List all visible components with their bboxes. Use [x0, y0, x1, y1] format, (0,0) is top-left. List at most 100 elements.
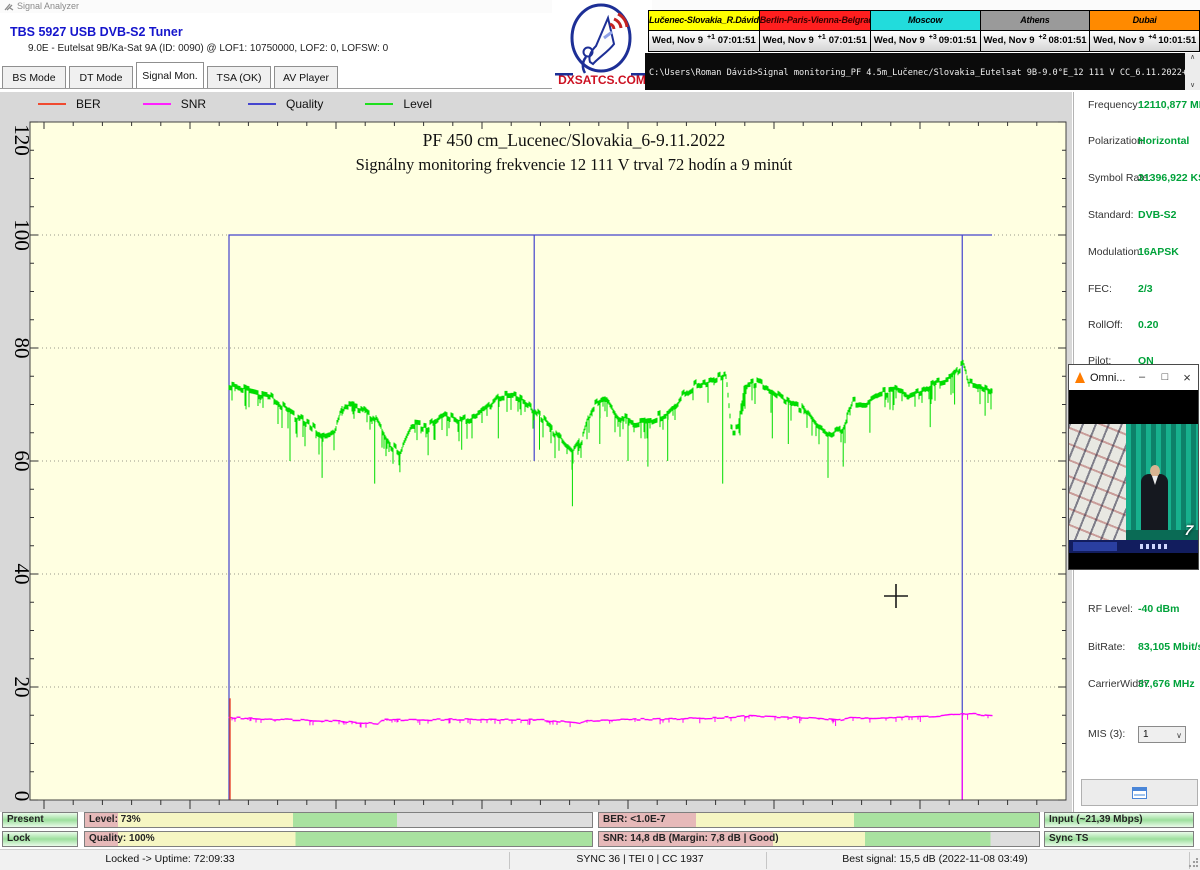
- scroll-up-icon[interactable]: ∧: [1190, 53, 1195, 62]
- status-best-signal: Best signal: 15,5 dB (2022-11-08 03:49): [842, 853, 1027, 865]
- news-ticker-banner: [1069, 540, 1198, 553]
- param-value-rf-level: -40 dBm: [1138, 603, 1179, 615]
- y-tick-label: 120: [10, 124, 34, 156]
- player-title: Omni...: [1090, 372, 1125, 384]
- newspaper-collage: [1069, 424, 1126, 542]
- clock-dubai: Dubai Wed, Nov 9 +410:01:51: [1089, 11, 1199, 51]
- status-sync-counters: SYNC 36 | TEI 0 | CC 1937: [576, 853, 703, 865]
- clock-time: Wed, Nov 9+208:01:51: [981, 31, 1090, 51]
- legend-line-swatch: [365, 103, 393, 105]
- video-frame[interactable]: 7: [1069, 390, 1198, 569]
- tuner-info: 9.0E - Eutelsat 9B/Ka-Sat 9A (ID: 0090) …: [28, 43, 388, 54]
- clock-date: Wed, Nov 9: [763, 35, 814, 46]
- gauge-level: Level: 73%: [84, 812, 593, 828]
- clock-utc-offset: +1: [818, 34, 826, 41]
- param-value-frequency: 12110,877 MHz: [1138, 99, 1200, 111]
- clock-utc-offset: +3: [929, 34, 937, 41]
- clock-utc-offset: +2: [1039, 34, 1047, 41]
- presenter-head: [1150, 465, 1160, 477]
- maximize-button[interactable]: □: [1155, 365, 1175, 390]
- close-button[interactable]: ×: [1177, 365, 1197, 390]
- clock-time: Wed, Nov 9+309:01:51: [871, 31, 980, 51]
- tuner-name: TBS 5927 USB DVB-S2 Tuner: [10, 25, 183, 39]
- chart-title: PF 450 cm_Lucenec/Slovakia_6-9.11.2022: [423, 130, 726, 150]
- legend-label: Quality: [286, 97, 323, 111]
- param-label-fec: FEC:: [1088, 283, 1112, 295]
- gauge-quality: Quality: 100%: [84, 831, 593, 847]
- tab-bs-mode[interactable]: BS Mode: [2, 66, 66, 89]
- clock-date: Wed, Nov 9: [1093, 35, 1144, 46]
- param-value-symbol-rate: 31396,922 KS/s: [1138, 172, 1200, 184]
- param-value-carrierwidth: 37,676 MHz: [1138, 678, 1195, 690]
- mis-selected-value: 1: [1143, 729, 1149, 740]
- param-label-rolloff: RollOff:: [1088, 319, 1123, 331]
- clock-city: Lučenec-Slovakia_R.Dávid: [649, 11, 759, 31]
- legend-item-level: Level: [365, 97, 432, 111]
- clock-date: Wed, Nov 9: [984, 35, 1035, 46]
- clock-lu-enec-slovakia-r-d-vid: Lučenec-Slovakia_R.DávidWed, Nov 9+107:0…: [649, 11, 759, 51]
- command-prompt: C:\Users\Roman Dávid>Signal monitoring_P…: [645, 53, 1185, 90]
- clock-city: Athens: [981, 11, 1090, 31]
- resize-grip[interactable]: [1188, 858, 1198, 868]
- clock-date: Wed, Nov 9: [874, 35, 925, 46]
- tab-tsa-ok[interactable]: TSA (OK): [207, 66, 271, 89]
- legend-item-ber: BER: [38, 97, 101, 111]
- clock-time: Wed, Nov 9 +410:01:51: [1090, 31, 1199, 51]
- y-tick-label: 60: [10, 451, 34, 472]
- window-title: Signal Analyzer: [17, 0, 79, 13]
- command-prompt-text: C:\Users\Roman Dávid>Signal monitoring_P…: [649, 68, 1185, 78]
- player-titlebar[interactable]: Omni... – □ ×: [1069, 365, 1198, 390]
- param-value-fec: 2/3: [1138, 283, 1153, 295]
- clock-athens: AthensWed, Nov 9+208:01:51: [980, 11, 1090, 51]
- clock-utc-offset: +4: [1148, 34, 1156, 41]
- legend-label: SNR: [181, 97, 206, 111]
- tab-signal-mon[interactable]: Signal Mon.: [136, 62, 204, 89]
- param-label-frequency: Frequency:: [1088, 99, 1141, 111]
- param-value-rolloff: 0.20: [1138, 319, 1158, 331]
- mis-dropdown[interactable]: 1 ∨: [1138, 726, 1186, 743]
- gauge-lock: Lock: [2, 831, 78, 847]
- clock-moscow: MoscowWed, Nov 9+309:01:51: [870, 11, 980, 51]
- param-label-modulation: Modulation:: [1088, 246, 1142, 258]
- tab-av-player[interactable]: AV Player: [274, 66, 338, 89]
- legend-line-swatch: [248, 103, 276, 105]
- y-tick-label: 100: [10, 219, 34, 251]
- clock-berlin-paris-vienna-belgrade: Berlin-Paris-Vienna-Belgrade Wed, Nov 9 +1…: [759, 11, 870, 51]
- clock-hms: 07:01:51: [718, 35, 756, 46]
- clock-time: Wed, Nov 9+107:01:51: [649, 31, 759, 51]
- statusbar-separator: [766, 852, 767, 869]
- y-tick-label: 0: [10, 791, 34, 802]
- signal-monitor-chart[interactable]: 020406080100120PF 450 cm_Lucenec/Slovaki…: [0, 116, 1072, 812]
- legend-line-swatch: [143, 103, 171, 105]
- gauge-snr: SNR: 14,8 dB (Margin: 7,8 dB | Good): [598, 831, 1040, 847]
- mode-tabs: BS ModeDT ModeSignal Mon.TSA (OK)AV Play…: [2, 62, 338, 89]
- world-clocks: Lučenec-Slovakia_R.DávidWed, Nov 9+107:0…: [648, 10, 1200, 52]
- capture-button[interactable]: [1081, 779, 1198, 806]
- chevron-down-icon: ∨: [1176, 728, 1182, 743]
- gauge-present: Present: [2, 812, 78, 828]
- signal-analyzer-window: Signal Analyzer TBS 5927 USB DVB-S2 Tune…: [0, 0, 1200, 870]
- legend-line-swatch: [38, 103, 66, 105]
- tab-dt-mode[interactable]: DT Mode: [69, 66, 133, 89]
- param-label-rf-level: RF Level:: [1088, 603, 1133, 615]
- scroll-down-icon[interactable]: ∨: [1190, 81, 1195, 90]
- clock-hms: 10:01:51: [1158, 35, 1196, 46]
- y-tick-label: 80: [10, 338, 34, 359]
- clock-city: Dubai: [1090, 11, 1199, 31]
- clock-hms: 07:01:51: [829, 35, 867, 46]
- clock-utc-offset: +1: [707, 34, 715, 41]
- param-value-polarization: Horizontal: [1138, 135, 1189, 147]
- param-value-bitrate: 83,105 Mbit/s: [1138, 641, 1200, 653]
- vlc-cone-icon: [1075, 372, 1085, 383]
- console-scrollbar[interactable]: ∧ ∨: [1185, 53, 1200, 90]
- capture-button-icon: [1132, 787, 1147, 799]
- status-lock-uptime: Locked -> Uptime: 72:09:33: [105, 853, 234, 865]
- param-label-bitrate: BitRate:: [1088, 641, 1125, 653]
- y-tick-label: 40: [10, 564, 34, 585]
- legend-item-snr: SNR: [143, 97, 206, 111]
- mis-label: MIS (3):: [1088, 728, 1125, 740]
- app-icon: [4, 2, 14, 11]
- clock-city: Berlin-Paris-Vienna-Belgrade: [760, 11, 870, 31]
- param-value-standard: DVB-S2: [1138, 209, 1177, 221]
- minimize-button[interactable]: –: [1132, 365, 1152, 390]
